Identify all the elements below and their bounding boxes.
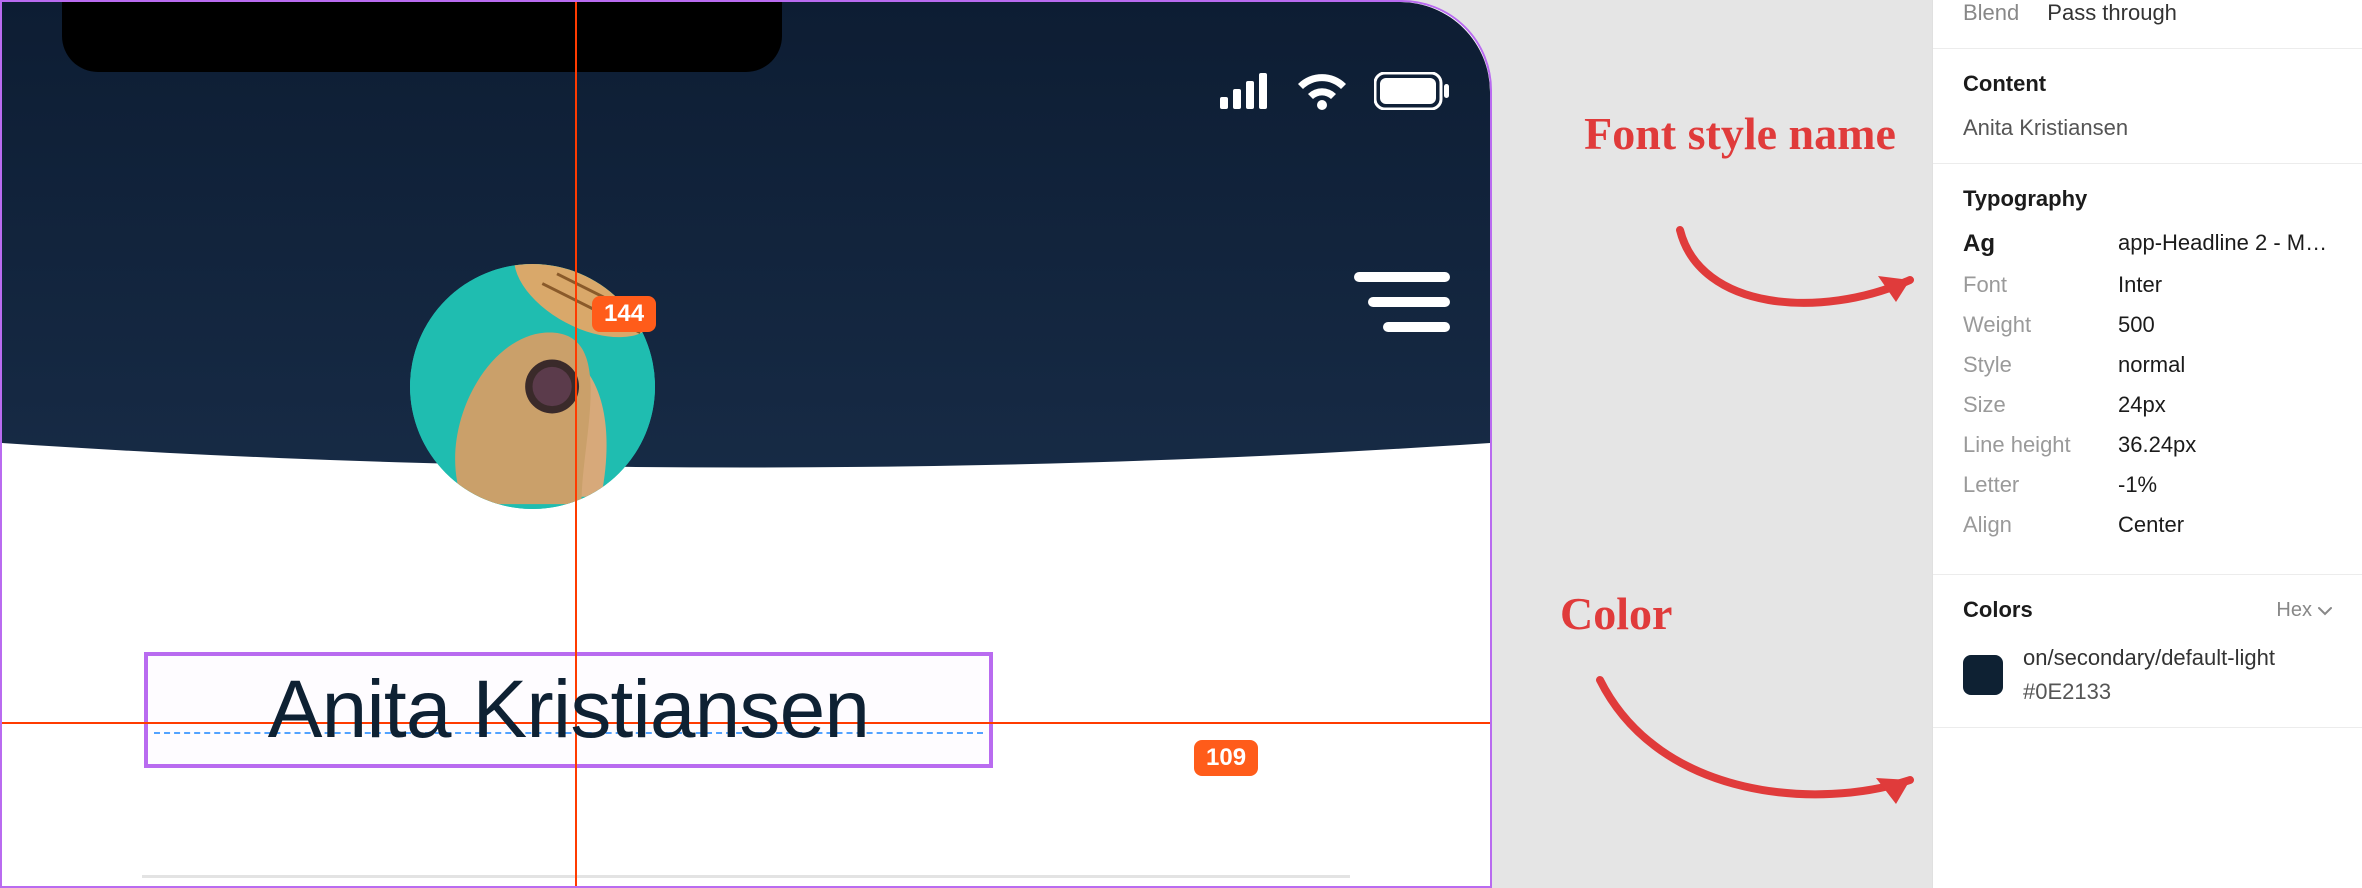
- size-value: 24px: [2118, 392, 2332, 418]
- menu-line-icon: [1368, 297, 1450, 307]
- typography-weight-row[interactable]: Weight 500: [1963, 312, 2332, 338]
- measurement-badge: 144: [592, 296, 656, 332]
- color-token: on/secondary/default-light: [2023, 645, 2275, 671]
- typography-align-row[interactable]: Align Center: [1963, 512, 2332, 538]
- design-canvas[interactable]: Anita Kristiansen 144 109: [0, 0, 1492, 888]
- color-format-dropdown[interactable]: Hex: [2276, 599, 2332, 622]
- align-label: Align: [1963, 512, 2118, 538]
- status-bar: [1220, 72, 1450, 110]
- menu-line-icon: [1383, 322, 1450, 332]
- battery-icon: [1374, 72, 1450, 110]
- content-value[interactable]: Anita Kristiansen: [1963, 115, 2332, 141]
- menu-button[interactable]: [1354, 272, 1450, 332]
- ag-value: app-Headline 2 - Medi…: [2118, 230, 2332, 258]
- typography-style-row[interactable]: Ag app-Headline 2 - Medi…: [1963, 230, 2332, 258]
- font-label: Font: [1963, 272, 2118, 298]
- lineheight-value: 36.24px: [2118, 432, 2332, 458]
- color-swatch: [1963, 655, 2003, 695]
- typography-heading: Typography: [1963, 186, 2332, 212]
- blend-label: Blend: [1963, 0, 2019, 26]
- typography-section: Typography Ag app-Headline 2 - Medi… Fon…: [1933, 164, 2362, 575]
- menu-line-icon: [1354, 272, 1450, 282]
- handwritten-annotation: Color: [1560, 590, 1672, 638]
- wifi-icon: [1296, 72, 1348, 110]
- profile-name-text: Anita Kristiansen: [268, 663, 869, 757]
- content-section: Content Anita Kristiansen: [1933, 49, 2362, 164]
- font-value: Inter: [2118, 272, 2332, 298]
- align-value: Center: [2118, 512, 2332, 538]
- typography-size-row[interactable]: Size 24px: [1963, 392, 2332, 418]
- lineheight-label: Line height: [1963, 432, 2118, 458]
- typography-style-row[interactable]: Style normal: [1963, 352, 2332, 378]
- measurement-badge: 109: [1194, 740, 1258, 776]
- blend-section: Blend Pass through: [1933, 0, 2362, 49]
- typography-font-row[interactable]: Font Inter: [1963, 272, 2332, 298]
- weight-label: Weight: [1963, 312, 2118, 338]
- divider: [142, 875, 1350, 878]
- arrow-icon: [1580, 660, 1940, 840]
- color-hex: #0E2133: [2023, 679, 2275, 705]
- letter-label: Letter: [1963, 472, 2118, 498]
- size-label: Size: [1963, 392, 2118, 418]
- chevron-down-icon: [2318, 599, 2332, 622]
- content-heading: Content: [1963, 71, 2332, 97]
- typography-letter-row[interactable]: Letter -1%: [1963, 472, 2332, 498]
- color-format-label: Hex: [2276, 599, 2312, 622]
- colors-heading: Colors: [1963, 597, 2033, 623]
- inspector-panel: Blend Pass through Content Anita Kristia…: [1932, 0, 2362, 888]
- letter-value: -1%: [2118, 472, 2332, 498]
- selected-text-element[interactable]: Anita Kristiansen: [144, 652, 993, 768]
- cellular-icon: [1220, 73, 1270, 109]
- colors-section: Colors Hex on/secondary/default-light #0…: [1933, 575, 2362, 728]
- device-notch: [62, 2, 782, 72]
- device-frame: Anita Kristiansen: [0, 0, 1492, 888]
- weight-value: 500: [2118, 312, 2332, 338]
- blend-value[interactable]: Pass through: [2047, 0, 2177, 26]
- arrow-icon: [1640, 220, 1940, 340]
- style-value: normal: [2118, 352, 2332, 378]
- handwritten-annotation: Font style name: [1560, 110, 1920, 158]
- typography-lineheight-row[interactable]: Line height 36.24px: [1963, 432, 2332, 458]
- color-row[interactable]: on/secondary/default-light #0E2133: [1963, 645, 2332, 705]
- style-label: Style: [1963, 352, 2118, 378]
- ag-label: Ag: [1963, 230, 2118, 258]
